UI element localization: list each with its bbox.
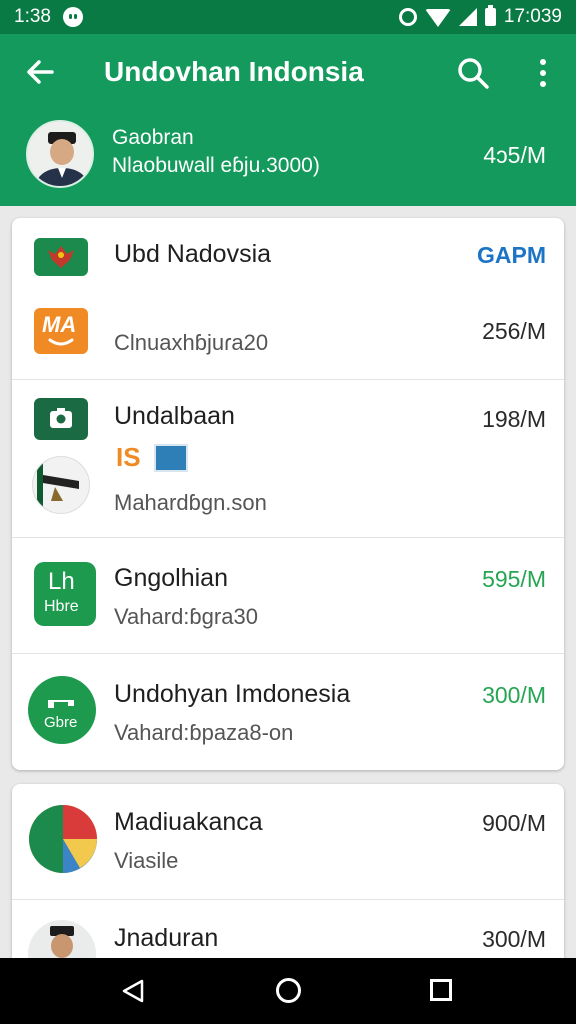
search-icon[interactable] (456, 56, 490, 90)
row-amount: 900/M (482, 810, 546, 836)
signal-icon (458, 8, 477, 26)
row-subtitle: Vahard:ɓpaza8-on (114, 720, 294, 745)
list-item[interactable]: Ubd Nadovsia GAPM MA Clnuaxhɓjuɾa20 256/… (12, 218, 564, 380)
row-subtitle: Clnuaxhɓjuɾa20 (114, 330, 269, 355)
wallet-smile-icon: MA (34, 308, 88, 354)
row-amount: 300/M (482, 926, 546, 952)
profile-subtitle: Nlaobuwall eɓju.3000) (112, 154, 320, 177)
row-title: Jnaduran (114, 924, 219, 952)
profile-avatar[interactable] (26, 120, 94, 188)
transactions-card-2: Madiuakanca Viasile 900/M Jnaduran 300/M (12, 784, 564, 974)
row-amount: GAPM (477, 242, 546, 268)
row-amount: 595/M (482, 566, 546, 592)
nav-home-icon[interactable] (276, 978, 301, 1003)
circle-brand-icon: Gbre (28, 676, 96, 744)
alarm-icon (398, 8, 417, 26)
nav-back-icon[interactable] (120, 978, 146, 1004)
list-item[interactable]: Lh Hbre Gngolhian Vahard:ɓgra30 595/M (12, 538, 564, 654)
app-title: Undovhan Indonsia (104, 56, 364, 87)
row-title: Ubd Nadovsia (114, 240, 272, 268)
nav-recents-icon[interactable] (430, 979, 452, 1001)
row-title: Madiuakanca (114, 808, 263, 836)
badge-label: IS (116, 442, 141, 472)
row-amount: 300/M (482, 682, 546, 708)
arrow-back-icon[interactable] (22, 54, 58, 90)
wifi-icon (424, 9, 451, 27)
brand-logo-icon (32, 456, 90, 514)
row-title: Gngolhian (114, 564, 228, 592)
battery-icon (484, 5, 496, 26)
navigation-bar (0, 958, 576, 1024)
profile-amount: 4ɔ5/M (483, 142, 546, 168)
list-item[interactable]: Undalbaan 198/M IS Mahardɓgn.son (12, 380, 564, 538)
status-time: 1:38 (14, 6, 51, 27)
flag-emblem-icon (34, 238, 88, 276)
shop-icon: Lh Hbre (34, 562, 96, 626)
notification-icon (62, 7, 83, 27)
row-subtitle: Viasile (114, 848, 179, 873)
transactions-card: Ubd Nadovsia GAPM MA Clnuaxhɓjuɾa20 256/… (12, 218, 564, 770)
app-bar: Undovhan Indonsia Gaobran Nlaobuwall eɓj… (0, 34, 576, 206)
chart-pie-icon (29, 805, 97, 873)
status-clock: 17:039 (503, 6, 562, 27)
row-title: Undohyan Imdonesia (114, 680, 351, 708)
list-item[interactable]: Gbre Undohyan Imdonesia Vahard:ɓpaza8-on… (12, 654, 564, 770)
profile-name: Gaobran (112, 126, 194, 149)
thumbnail-image (154, 444, 188, 472)
more-vert-icon[interactable] (530, 56, 556, 90)
person-avatar-icon (28, 122, 92, 186)
row-amount: 256/M (482, 318, 546, 344)
row-subtitle: Mahardɓgn.son (114, 490, 267, 515)
list-item[interactable]: Madiuakanca Viasile 900/M (12, 784, 564, 900)
status-bar: 1:38 17:039 (0, 0, 576, 34)
row-title: Undalbaan (114, 402, 235, 430)
row-amount: 198/M (482, 406, 546, 432)
row-subtitle: Vahard:ɓgra30 (114, 604, 258, 629)
camera-icon (34, 398, 88, 440)
